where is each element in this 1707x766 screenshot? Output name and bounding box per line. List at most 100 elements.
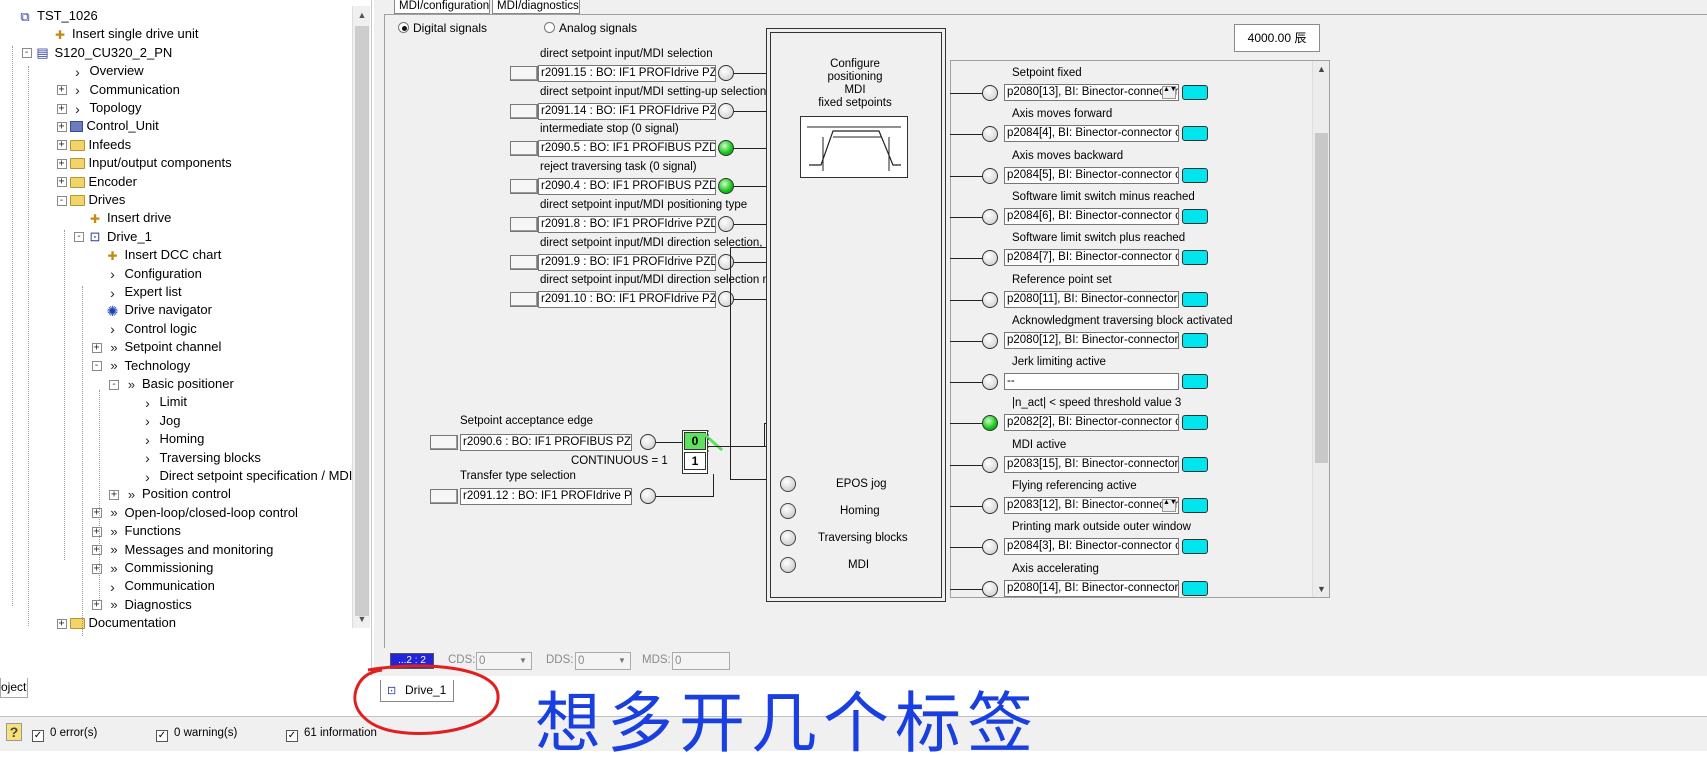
- output-connect-button[interactable]: [1182, 126, 1208, 142]
- output-signal-field[interactable]: p2083[12], BI: Binector-connector: [1004, 497, 1179, 514]
- input-signal-field[interactable]: r2091.10 : BO: IF1 PROFIdrive PZD: [538, 291, 716, 309]
- input-signal-field[interactable]: r2091.9 : BO: IF1 PROFIdrive PZD2: [538, 253, 716, 271]
- scroll-down-icon[interactable]: ▼: [353, 610, 371, 628]
- output-connect-button[interactable]: [1182, 374, 1208, 390]
- tree-item[interactable]: + Documentation: [56, 613, 176, 633]
- output-signal-field[interactable]: p2084[5], BI: Binector-connector con: [1004, 166, 1179, 184]
- tree-item[interactable]: + Input/output components: [56, 153, 232, 173]
- output-signal-field[interactable]: p2080[12], BI: Binector-connector co: [1004, 331, 1179, 349]
- expand-icon[interactable]: +: [56, 618, 67, 629]
- output-signal-field[interactable]: p2084[4], BI: Binector-connector con: [1004, 125, 1179, 143]
- expand-icon[interactable]: +: [91, 563, 102, 574]
- input-signal-field[interactable]: r2091.15 : BO: IF1 PROFIdrive PZD: [538, 65, 716, 82]
- input-connect-button[interactable]: [510, 179, 538, 195]
- expand-icon[interactable]: +: [56, 140, 67, 151]
- tree-item[interactable]: -» Basic positioner: [109, 374, 234, 394]
- tree-item[interactable]: › Traversing blocks: [127, 448, 261, 468]
- tree-item[interactable]: + » Setpoint channel: [91, 337, 221, 357]
- transfer-connect-button[interactable]: [430, 489, 458, 504]
- tab-mdi-diagnostics[interactable]: MDI/diagnostics: [492, 0, 580, 14]
- expand-icon[interactable]: +: [56, 121, 67, 132]
- input-connect-button[interactable]: [510, 292, 538, 308]
- expand-icon[interactable]: +: [91, 545, 102, 556]
- tree-item[interactable]: + Encoder: [56, 172, 137, 192]
- tree-item[interactable]: + » Diagnostics: [91, 595, 192, 615]
- expand-icon[interactable]: +: [56, 158, 67, 169]
- input-signal-field[interactable]: r2090.4 : BO: IF1 PROFIBUS PZD1: [538, 178, 716, 196]
- output-signal-field[interactable]: p2084[3], BI: Binector-connector con: [1004, 538, 1179, 556]
- tree-item[interactable]: - ⊡ Drive_1: [74, 227, 152, 247]
- output-connect-button[interactable]: [1182, 291, 1208, 307]
- output-connect-button[interactable]: [1182, 85, 1208, 100]
- tree-item[interactable]: ✚ Insert single drive unit: [39, 24, 198, 44]
- tree-scrollbar[interactable]: ▲ ▼: [352, 6, 370, 628]
- tree-item[interactable]: + Infeeds: [56, 135, 131, 155]
- tree-item[interactable]: - ▤ S120_CU320_2_PN: [21, 43, 172, 63]
- output-connect-button[interactable]: [1182, 415, 1208, 431]
- output-connect-button[interactable]: [1182, 208, 1208, 224]
- expand-icon[interactable]: +: [91, 526, 102, 537]
- input-connect-button[interactable]: [510, 254, 538, 270]
- tree-item[interactable]: › Communication: [92, 576, 215, 596]
- input-signal-field[interactable]: r2091.8 : BO: IF1 PROFIdrive PZD2: [538, 215, 716, 233]
- input-connect-button[interactable]: [510, 66, 538, 81]
- tree-item[interactable]: + » Functions: [91, 521, 181, 541]
- transfer-field[interactable]: r2091.12 : BO: IF1 PROFIdrive PZD: [460, 488, 632, 505]
- expand-icon[interactable]: +: [91, 600, 102, 611]
- collapse-icon[interactable]: -: [74, 232, 84, 243]
- output-signal-field[interactable]: p2080[11], BI: Binector-connector co: [1004, 290, 1179, 308]
- tree-item[interactable]: ✚ Insert drive: [74, 208, 171, 228]
- radio-analog-signals[interactable]: Analog signals: [544, 21, 637, 35]
- output-connect-button[interactable]: [1182, 539, 1208, 555]
- collapse-icon[interactable]: -: [91, 361, 102, 372]
- expand-icon[interactable]: +: [56, 85, 67, 96]
- dds-select[interactable]: 0 ▼: [575, 652, 631, 670]
- output-scroll-thumb[interactable]: [1315, 133, 1328, 463]
- tree-item[interactable]: -» Technology: [91, 356, 190, 376]
- tree-item[interactable]: + » Messages and monitoring: [91, 540, 273, 560]
- errors-filter[interactable]: ✓ 0 error(s): [32, 727, 97, 742]
- collapse-icon[interactable]: -: [56, 195, 67, 206]
- output-signal-field[interactable]: p2080[13], BI: Binector-connector: [1004, 84, 1179, 101]
- scroll-up-icon[interactable]: ▲: [353, 6, 371, 24]
- tree-item[interactable]: + › Topology: [56, 98, 142, 118]
- tree-item[interactable]: › Limit: [127, 392, 187, 412]
- tree-item[interactable]: › Direct setpoint specification / MDI: [127, 466, 352, 486]
- output-connect-button[interactable]: [1182, 167, 1208, 183]
- warnings-filter[interactable]: ✓ 0 warning(s): [156, 727, 237, 742]
- scroll-down-icon[interactable]: ▼: [1313, 581, 1330, 597]
- tree-item[interactable]: ⧉ TST_1026: [4, 6, 97, 26]
- collapse-icon[interactable]: -: [21, 48, 32, 59]
- spin-icon[interactable]: ▲▼: [1162, 86, 1177, 99]
- tree-item[interactable]: + » Position control: [109, 484, 231, 504]
- tree-item[interactable]: + › Communication: [56, 80, 180, 100]
- output-connect-button[interactable]: [1182, 250, 1208, 266]
- expand-icon[interactable]: +: [56, 177, 67, 188]
- tree-scroll-thumb[interactable]: [355, 26, 369, 616]
- tree-item[interactable]: › Homing: [127, 429, 204, 449]
- tree-item[interactable]: › Jog: [127, 411, 180, 431]
- tree-item[interactable]: ✚ Insert DCC chart: [92, 245, 221, 265]
- tree-item[interactable]: › Expert list: [92, 282, 181, 302]
- output-signal-field[interactable]: p2080[14], BI: Binector-connector co: [1004, 579, 1179, 597]
- tab-mdi-configuration[interactable]: MDI/configuration: [394, 0, 490, 14]
- output-signal-field[interactable]: --: [1004, 373, 1179, 391]
- tree-item[interactable]: - Drives: [56, 190, 125, 210]
- output-connect-button[interactable]: [1182, 498, 1208, 513]
- output-connect-button[interactable]: [1182, 456, 1208, 472]
- input-connect-button[interactable]: [510, 141, 538, 157]
- tree-item[interactable]: › Overview: [57, 61, 144, 81]
- expand-icon[interactable]: +: [109, 489, 119, 500]
- output-signal-field[interactable]: p2083[15], BI: Binector-connector co: [1004, 455, 1179, 473]
- tree-item[interactable]: ✺ Drive navigator: [92, 300, 212, 320]
- output-signal-field[interactable]: p2084[7], BI: Binector-connector con: [1004, 249, 1179, 267]
- help-icon[interactable]: ?: [6, 723, 22, 741]
- acceptance-field[interactable]: r2090.6 : BO: IF1 PROFIBUS PZD1: [460, 434, 632, 451]
- acceptance-connect-button[interactable]: [430, 435, 458, 450]
- input-connect-button[interactable]: [510, 103, 538, 119]
- input-connect-button[interactable]: [510, 216, 538, 232]
- scroll-up-icon[interactable]: ▲: [1313, 61, 1330, 77]
- tree-item[interactable]: › Configuration: [92, 264, 202, 284]
- input-signal-field[interactable]: r2091.14 : BO: IF1 PROFIdrive PZD: [538, 102, 716, 120]
- radio-digital-signals[interactable]: Digital signals: [398, 21, 487, 35]
